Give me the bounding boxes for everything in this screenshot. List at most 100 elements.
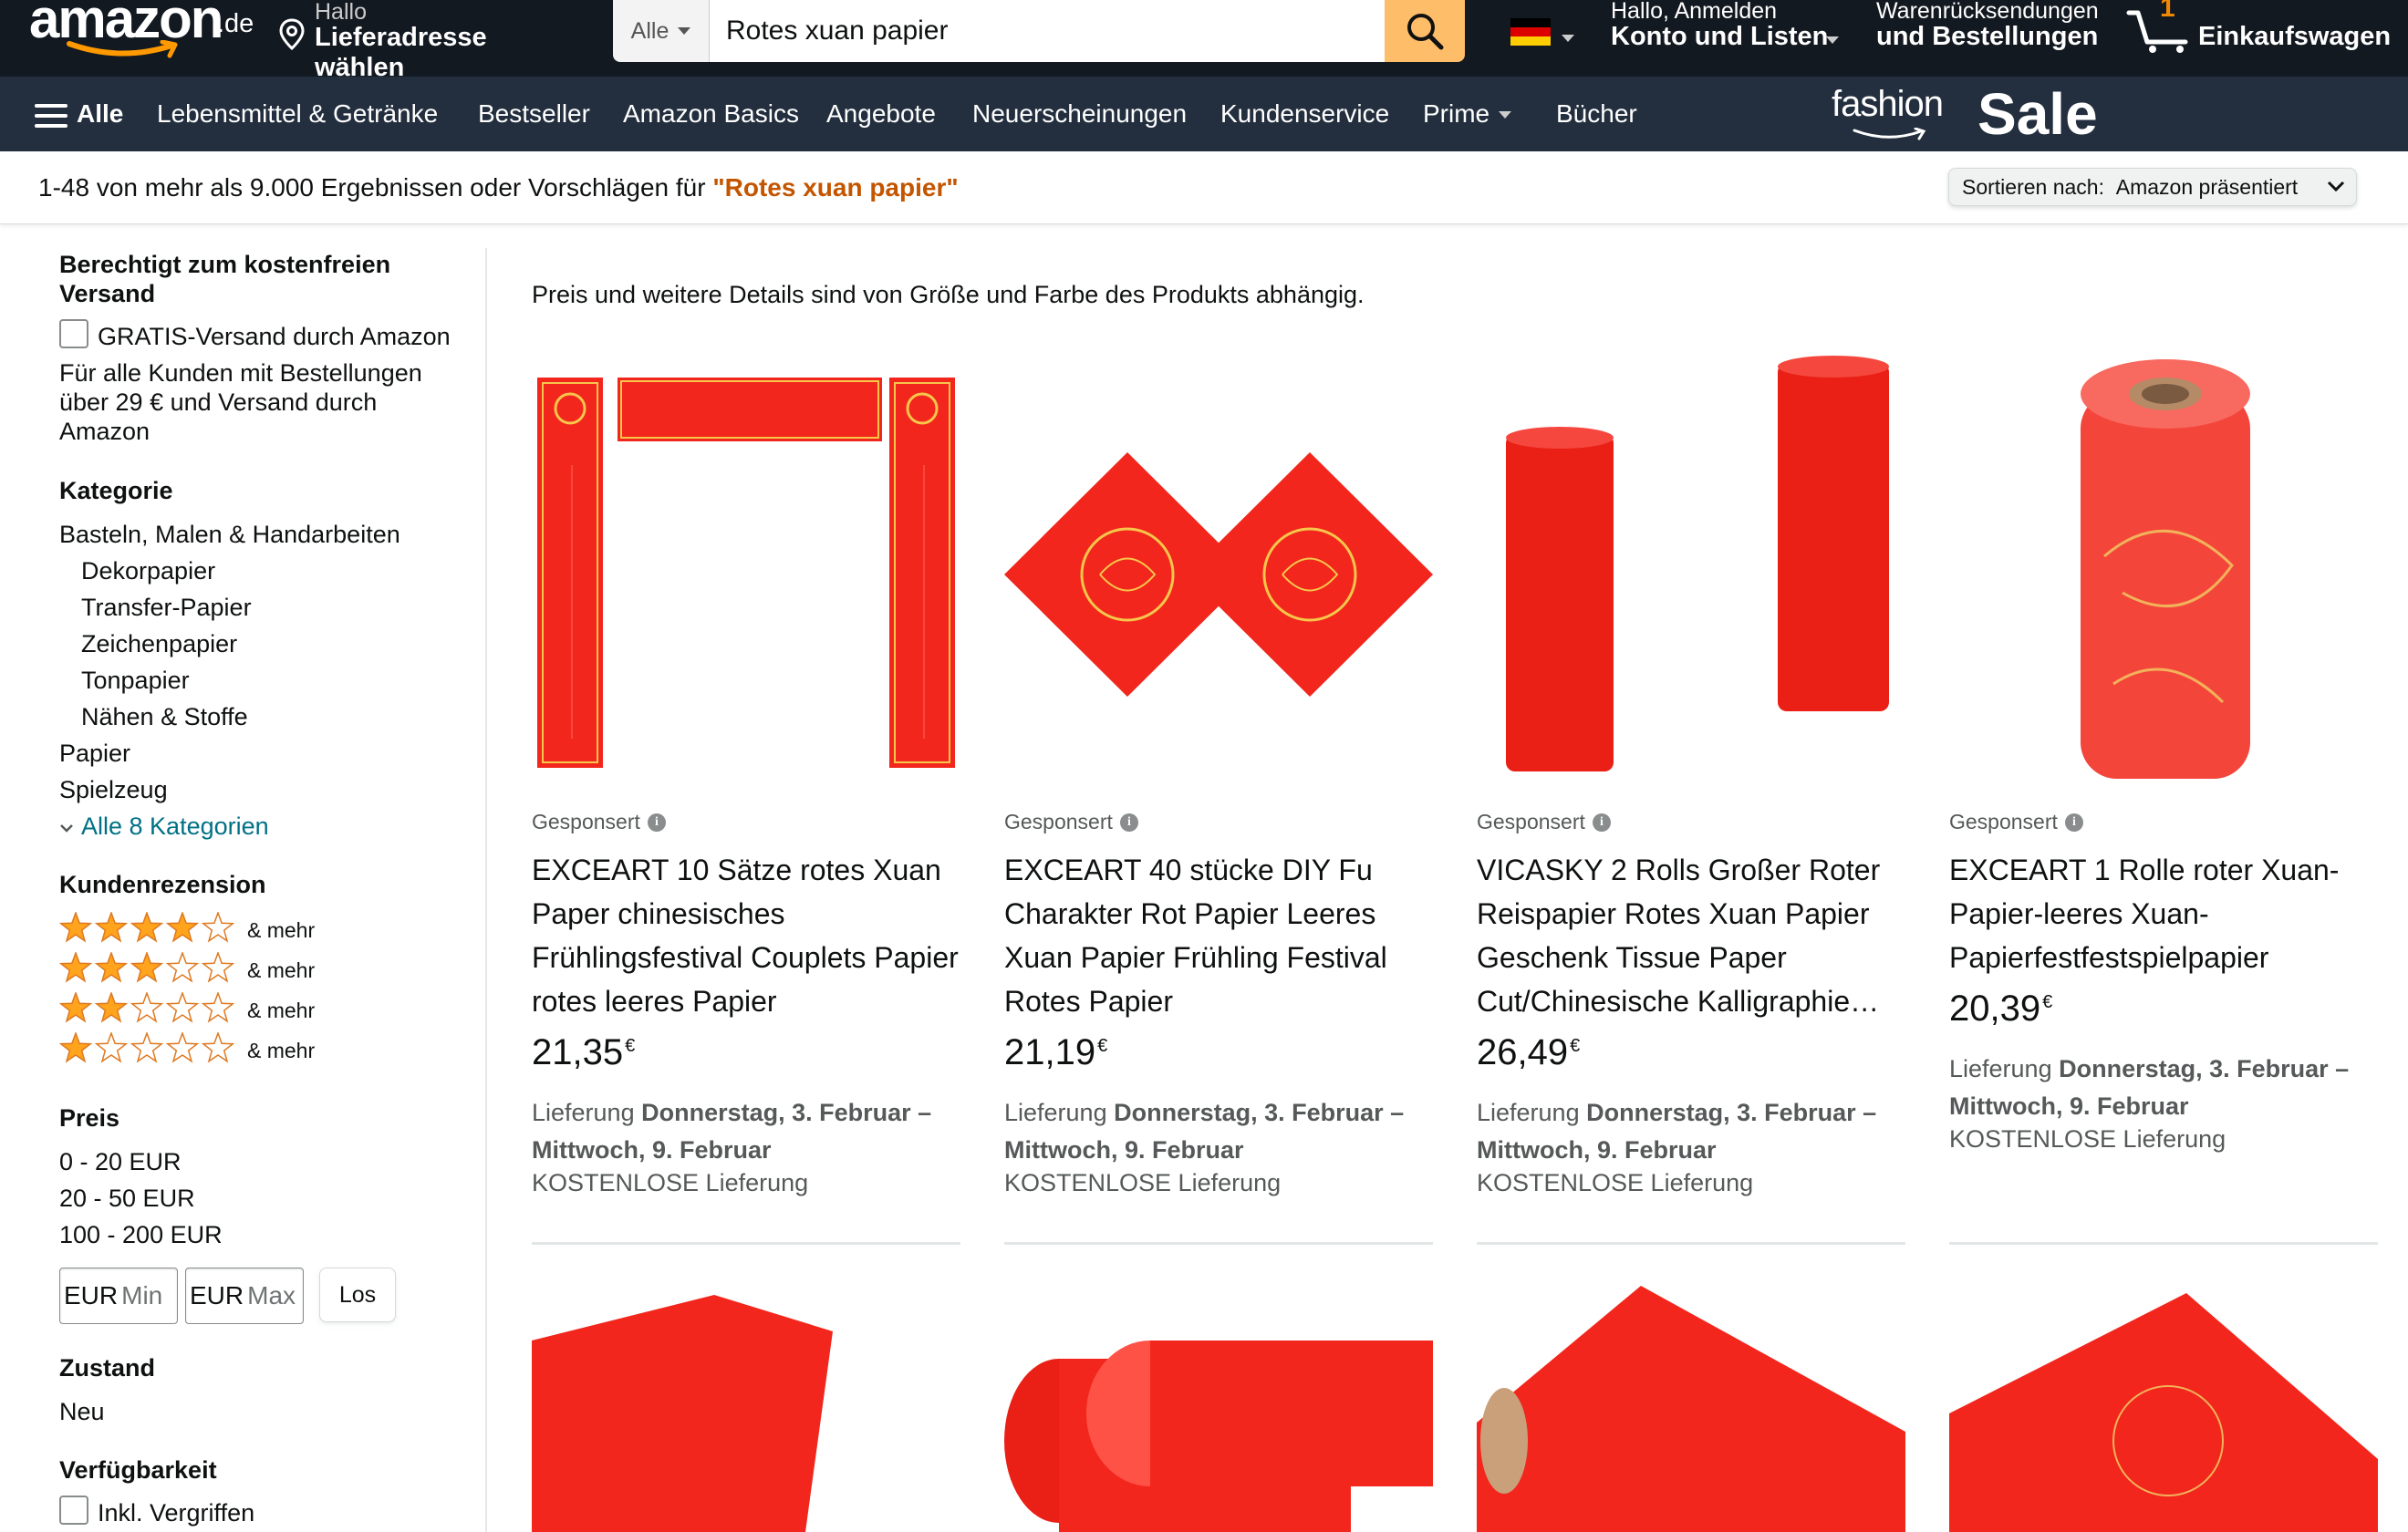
star-rating-icon: [58, 1030, 238, 1070]
product-image[interactable]: [1477, 1277, 1905, 1532]
results-count: 1-48 von mehr als 9.000 Ergebnissen oder…: [38, 173, 959, 202]
nav-books[interactable]: Bücher: [1556, 77, 1637, 151]
delivery-info: Lieferung Donnerstag, 3. Februar – Mittw…: [1004, 1094, 1433, 1169]
product-title[interactable]: EXCEART 1 Rolle roter Xuan-Papier-leeres…: [1949, 848, 2378, 979]
search-category-label: Alle: [630, 17, 669, 44]
rating-filter-4[interactable]: & mehr: [58, 910, 316, 948]
all-categories-link[interactable]: Alle 8 Kategorien: [59, 812, 269, 841]
category-link[interactable]: Dekorpapier: [81, 556, 215, 585]
info-icon: i: [1592, 813, 1611, 832]
star-filled-icon: [165, 910, 200, 943]
free-shipping-note: Für alle Kunden mit Bestellungen über 29…: [59, 359, 422, 445]
sponsored-text: Gesponsert: [1949, 810, 2058, 833]
sponsored-label[interactable]: Gesponsert i: [1477, 810, 1611, 834]
product-image[interactable]: [1004, 356, 1433, 793]
sponsored-label[interactable]: Gesponsert i: [1949, 810, 2083, 834]
rating-filter-2[interactable]: & mehr: [58, 990, 315, 1029]
price-go-button[interactable]: Los: [319, 1268, 396, 1322]
sale-promo[interactable]: Sale: [1977, 77, 2098, 151]
category-link[interactable]: Nähen & Stoffe: [81, 702, 248, 731]
cart-button[interactable]: 1 Einkaufswagen: [2125, 0, 2408, 77]
delivery-prefix: Lieferung: [1477, 1099, 1587, 1126]
free-shipping-label[interactable]: GRATIS-Versand durch Amazon: [98, 322, 451, 351]
star-empty-icon: [201, 950, 235, 983]
delivery-address-selector[interactable]: Hallo Lieferadresse wählen: [278, 0, 579, 82]
nav-deals[interactable]: Angebote: [826, 77, 936, 151]
chevron-down-icon: [60, 823, 73, 833]
price-max-currency: EUR: [190, 1281, 244, 1309]
nav-prime[interactable]: Prime: [1423, 77, 1489, 151]
star-filled-icon: [94, 910, 129, 943]
sort-dropdown[interactable]: Sortieren nach: Amazon präsentiert: [1948, 168, 2357, 206]
price-currency: €: [1097, 1036, 1108, 1056]
sponsored-label[interactable]: Gesponsert i: [532, 810, 666, 834]
nav-groceries[interactable]: Lebensmittel & Getränke: [157, 77, 438, 151]
product-image[interactable]: [532, 356, 960, 793]
top-navbar: amazon .de Hallo Lieferadresse wählen Al…: [0, 0, 2408, 82]
product-image[interactable]: [1949, 356, 2378, 793]
price-range-link[interactable]: 20 - 50 EUR: [59, 1184, 195, 1213]
cart-count: 1: [2160, 0, 2175, 23]
price-range-link[interactable]: 100 - 200 EUR: [59, 1220, 223, 1249]
product-title[interactable]: VICASKY 2 Rolls Großer Roter Reispapier …: [1477, 848, 1905, 1023]
category-link[interactable]: Tonpapier: [81, 666, 190, 695]
account-menu[interactable]: Hallo, Anmelden Konto und Listen: [1611, 0, 1848, 77]
product-card: Gesponsert i EXCEART 40 stücke DIY Fu Ch…: [1004, 356, 1433, 1246]
chevron-down-icon: [1499, 111, 1511, 119]
sponsored-text: Gesponsert: [532, 810, 640, 833]
rating-and-more: & mehr: [247, 1038, 316, 1062]
product-image[interactable]: [1477, 356, 1905, 793]
star-empty-icon: [130, 1030, 164, 1063]
amazon-logo[interactable]: amazon .de: [29, 0, 257, 77]
star-empty-icon: [94, 1030, 129, 1063]
returns-orders-link[interactable]: Warenrücksendungen und Bestellungen: [1876, 0, 2113, 77]
condition-link[interactable]: Neu: [59, 1397, 105, 1426]
nav-amazon-basics[interactable]: Amazon Basics: [623, 77, 799, 151]
card-divider: [532, 1242, 960, 1245]
search-button[interactable]: [1385, 0, 1465, 62]
product-image[interactable]: [1004, 1277, 1433, 1532]
rating-filter-3[interactable]: & mehr: [58, 950, 315, 989]
card-divider: [1949, 1242, 2378, 1245]
chevron-down-icon: [1562, 35, 1574, 42]
search-input[interactable]: [710, 0, 1385, 62]
nav-bestseller[interactable]: Bestseller: [478, 77, 590, 151]
product-title[interactable]: EXCEART 40 stücke DIY Fu Charakter Rot P…: [1004, 848, 1433, 1023]
category-link[interactable]: Transfer-Papier: [81, 593, 252, 622]
results-notice: Preis und weitere Details sind von Größe…: [532, 281, 1365, 308]
price-range-link[interactable]: 0 - 20 EUR: [59, 1147, 182, 1176]
price-min-placeholder: Min: [121, 1281, 163, 1309]
hamburger-menu-icon[interactable]: [35, 104, 67, 128]
rating-filter-1[interactable]: & mehr: [58, 1030, 316, 1070]
price-min-field[interactable]: EUR Min: [59, 1268, 178, 1324]
orders-line1: Warenrücksendungen: [1876, 0, 2099, 24]
nav-new-releases[interactable]: Neuerscheinungen: [972, 77, 1187, 151]
search-category-dropdown[interactable]: Alle: [613, 0, 710, 62]
category-link[interactable]: Spielzeug: [59, 775, 168, 804]
sort-value: Amazon präsentiert: [2115, 174, 2299, 199]
category-link[interactable]: Basteln, Malen & Handarbeiten: [59, 520, 400, 549]
free-shipping-checkbox[interactable]: [59, 319, 88, 348]
product-image[interactable]: [1949, 1277, 2378, 1532]
category-link[interactable]: Papier: [59, 739, 130, 768]
nav-all[interactable]: Alle: [77, 77, 123, 151]
nav-customer-service[interactable]: Kundenservice: [1220, 77, 1389, 151]
category-link[interactable]: Zeichenpapier: [81, 629, 237, 658]
product-card: [1477, 1277, 1905, 1532]
delivery-info: Lieferung Donnerstag, 3. Februar – Mittw…: [1477, 1094, 1905, 1169]
price-amount: 21,35: [532, 1032, 624, 1072]
star-filled-icon: [58, 910, 93, 943]
card-divider: [1477, 1242, 1905, 1245]
price-max-field[interactable]: EUR Max: [185, 1268, 304, 1324]
product-title[interactable]: EXCEART 10 Sätze rotes Xuan Paper chines…: [532, 848, 960, 1023]
sponsored-label[interactable]: Gesponsert i: [1004, 810, 1138, 834]
language-flag-icon[interactable]: [1510, 18, 1551, 46]
product-price: 20,39 €: [1949, 989, 2052, 1030]
filter-heading-shipping: Berechtigt zum kostenfreien Versand: [59, 251, 391, 307]
include-out-of-stock-label[interactable]: Inkl. Vergriffen: [98, 1498, 254, 1527]
rating-and-more: & mehr: [247, 917, 316, 942]
account-label: Konto und Listen: [1611, 22, 1829, 51]
include-out-of-stock-checkbox[interactable]: [59, 1496, 88, 1525]
product-image[interactable]: [532, 1277, 960, 1532]
product-card: Gesponsert i EXCEART 10 Sätze rotes Xuan…: [532, 356, 960, 1246]
